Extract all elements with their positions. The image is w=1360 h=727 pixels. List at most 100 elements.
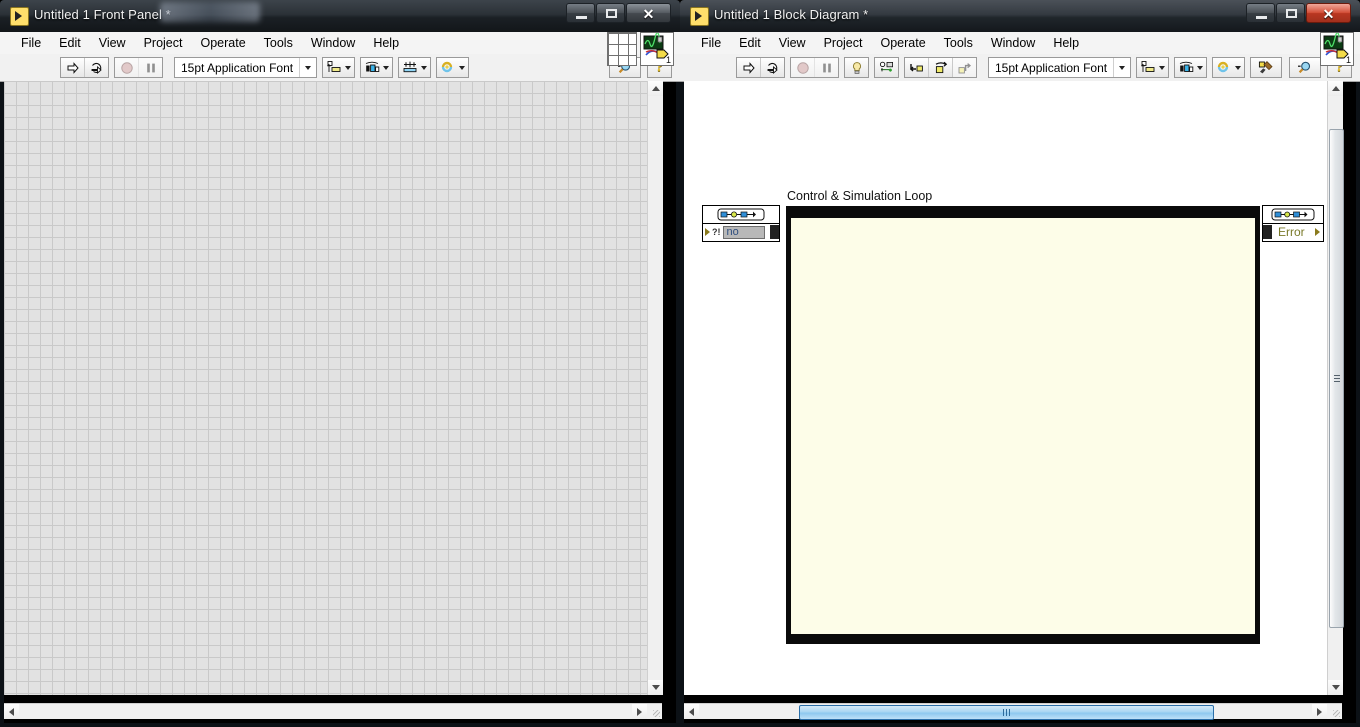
step-group[interactable]	[904, 57, 977, 78]
control-and-simulation-loop-interior[interactable]	[791, 218, 1255, 634]
fp-menu-file[interactable]: File	[12, 34, 50, 52]
scroll-right-button[interactable]	[632, 704, 647, 719]
output-node-value-row[interactable]: Error	[1263, 224, 1323, 240]
block-diagram-window-buttons[interactable]: ✕	[1246, 3, 1352, 23]
close-button[interactable]: ✕	[626, 3, 671, 23]
fp-menu-operate[interactable]: Operate	[191, 34, 254, 52]
vi-icon[interactable]: 1	[1320, 31, 1354, 66]
connector-pane[interactable]: 1	[1317, 31, 1354, 66]
bd-menu-edit[interactable]: Edit	[730, 34, 770, 52]
front-panel-toolbar[interactable]: 15pt Application Font 1	[0, 31, 680, 82]
maximize-button[interactable]	[1276, 3, 1305, 23]
scroll-down-button[interactable]	[1328, 680, 1343, 695]
step-out-button[interactable]	[953, 58, 976, 77]
fp-menu-project[interactable]: Project	[135, 34, 192, 52]
pause-button[interactable]	[815, 58, 838, 77]
font-selector[interactable]: 15pt Application Font	[174, 57, 318, 78]
run-button[interactable]	[61, 58, 85, 77]
run-group[interactable]	[736, 57, 785, 78]
bd-menu-operate[interactable]: Operate	[871, 34, 934, 52]
distribute-objects-button[interactable]	[360, 57, 394, 78]
bd-menu-help[interactable]: Help	[1044, 34, 1088, 52]
highlight-group[interactable]	[844, 57, 869, 78]
scroll-right-button[interactable]	[1312, 704, 1327, 719]
front-panel-vertical-scrollbar[interactable]	[647, 81, 663, 695]
block-diagram-menubar[interactable]: File Edit View Project Operate Tools Window Hel…	[680, 32, 1360, 55]
search-button[interactable]	[1290, 58, 1320, 77]
scroll-up-button[interactable]	[648, 81, 663, 96]
horizontal-scroll-thumb[interactable]	[799, 705, 1214, 720]
maximize-button[interactable]	[596, 3, 625, 23]
front-panel-titlebar[interactable]: Untitled 1 Front Panel * ✕	[0, 0, 680, 32]
scroll-left-button[interactable]	[4, 704, 19, 719]
abort-execution-button[interactable]	[791, 58, 815, 77]
resize-grip[interactable]	[1327, 704, 1342, 719]
minimize-button[interactable]	[1246, 3, 1275, 23]
front-panel-horizontal-scrollbar[interactable]	[4, 703, 662, 719]
run-continuously-button[interactable]	[85, 58, 108, 77]
execution-group[interactable]	[790, 57, 839, 78]
highlight-execution-button[interactable]	[845, 58, 868, 77]
connector-pane[interactable]: 1	[607, 31, 674, 66]
font-selector[interactable]: 15pt Application Font	[988, 57, 1132, 78]
scroll-down-button[interactable]	[648, 680, 663, 695]
run-continuously-button[interactable]	[761, 58, 784, 77]
front-panel-window[interactable]: Untitled 1 Front Panel * ✕ File Edit View P…	[0, 0, 680, 727]
output-node-input-terminal[interactable]	[1263, 225, 1272, 239]
output-node-config-row[interactable]	[1263, 206, 1323, 224]
input-node-config-row[interactable]	[703, 206, 779, 224]
simulation-parameters-node[interactable]: ?! no	[702, 205, 780, 242]
halt-selector[interactable]: no	[722, 225, 765, 239]
block-diagram-titlebar[interactable]: Untitled 1 Block Diagram * ✕	[680, 0, 1360, 32]
fp-menu-tools[interactable]: Tools	[255, 34, 302, 52]
step-over-button[interactable]	[929, 58, 953, 77]
retain-wire-group[interactable]	[874, 57, 899, 78]
block-diagram-vertical-scrollbar[interactable]	[1327, 81, 1344, 695]
simulation-error-node[interactable]: Error	[1262, 205, 1324, 242]
block-diagram-canvas[interactable]: Control & Simulation Loop ?! no Error	[684, 81, 1327, 695]
run-group[interactable]	[60, 57, 109, 78]
resize-grip[interactable]	[647, 704, 662, 719]
bd-menu-tools[interactable]: Tools	[935, 34, 982, 52]
scroll-up-button[interactable]	[1328, 81, 1343, 96]
input-node-output-terminal[interactable]	[770, 225, 779, 239]
distribute-objects-button[interactable]	[1174, 57, 1208, 78]
fp-menu-window[interactable]: Window	[302, 34, 364, 52]
resize-objects-button[interactable]	[398, 57, 432, 78]
minimize-button[interactable]	[566, 3, 595, 23]
pause-button[interactable]	[139, 58, 162, 77]
fp-menu-view[interactable]: View	[90, 34, 135, 52]
connector-pane-grid[interactable]	[607, 32, 637, 66]
control-and-simulation-loop[interactable]	[786, 206, 1260, 644]
clean-up-diagram-button[interactable]	[1251, 58, 1282, 77]
chevron-down-icon[interactable]	[299, 58, 316, 77]
block-diagram-horizontal-scrollbar[interactable]	[684, 703, 1342, 720]
bd-menu-file[interactable]: File	[692, 34, 730, 52]
reorder-button[interactable]	[436, 57, 470, 78]
fp-menu-help[interactable]: Help	[364, 34, 408, 52]
run-button[interactable]	[737, 58, 761, 77]
align-objects-button[interactable]	[1136, 57, 1170, 78]
reorder-button[interactable]	[1212, 57, 1246, 78]
execution-group[interactable]	[114, 57, 163, 78]
abort-execution-button[interactable]	[115, 58, 139, 77]
block-diagram-toolbar[interactable]: 15pt Application Font 1	[680, 31, 1360, 82]
cleanup-group[interactable]	[1250, 57, 1283, 78]
align-objects-button[interactable]	[322, 57, 356, 78]
vi-icon[interactable]: 1	[640, 31, 674, 66]
fp-menu-edit[interactable]: Edit	[50, 34, 90, 52]
front-panel-canvas[interactable]	[4, 81, 647, 695]
bd-menu-project[interactable]: Project	[815, 34, 872, 52]
chevron-down-icon[interactable]	[1113, 58, 1130, 77]
front-panel-menubar[interactable]: File Edit View Project Operate Tools Window Hel…	[0, 32, 680, 55]
step-into-button[interactable]	[905, 58, 929, 77]
close-button[interactable]: ✕	[1306, 3, 1351, 23]
front-panel-window-buttons[interactable]: ✕	[566, 3, 672, 23]
retain-wire-values-button[interactable]	[875, 58, 898, 77]
input-node-value-row[interactable]: ?! no	[703, 224, 779, 240]
block-diagram-window[interactable]: Untitled 1 Block Diagram * ✕ File Edit Vie…	[680, 0, 1360, 727]
bd-menu-window[interactable]: Window	[982, 34, 1044, 52]
vertical-scroll-thumb[interactable]	[1329, 129, 1344, 628]
scroll-left-button[interactable]	[684, 704, 699, 719]
bd-menu-view[interactable]: View	[770, 34, 815, 52]
